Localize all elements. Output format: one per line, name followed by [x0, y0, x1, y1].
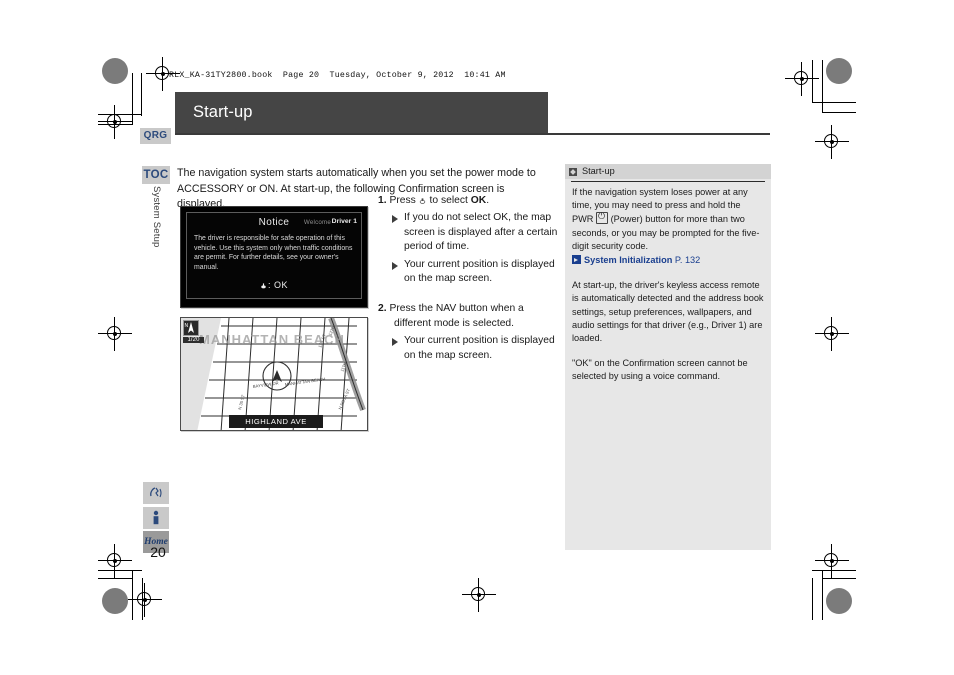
tab-qrg[interactable]: QRG	[140, 128, 171, 144]
crop-line	[822, 570, 824, 620]
page-title: Start-up	[193, 103, 253, 121]
cross-reference-label: System Initialization	[584, 255, 673, 266]
notice-driver-label: Driver 1	[331, 218, 357, 225]
info-panel-paragraph-2: At start-up, the driver's keyless access…	[572, 280, 764, 344]
step-1-bullet-1-text: If you do not select OK, the map screen …	[404, 212, 558, 253]
notice-screenshot: Notice Welcome Driver 1 The driver is re…	[180, 206, 368, 308]
page-number: 20	[150, 544, 166, 560]
crop-line	[132, 570, 134, 620]
info-panel-divider	[571, 181, 765, 183]
crop-line	[98, 578, 133, 580]
map-street-bar: HIGHLAND AVE	[229, 415, 323, 428]
color-control-patch-bottom-left	[102, 588, 128, 614]
instruction-steps: 1. Press to select OK. If you do not sel…	[378, 194, 558, 365]
crop-line	[98, 124, 133, 126]
north-arrow-icon[interactable]: N	[183, 320, 199, 336]
crop-line	[812, 570, 856, 572]
registration-mark-bottom-left	[128, 583, 162, 617]
power-button-icon	[596, 211, 608, 225]
registration-mark-left-lower	[98, 544, 132, 578]
registration-mark-top-right	[785, 62, 819, 96]
step-2-heading: 2. Press the NAV button when a different…	[378, 302, 558, 331]
info-panel-paragraph-1: If the navigation system loses power at …	[572, 186, 764, 267]
cross-reference-icon	[572, 255, 581, 265]
map-scale-control[interactable]: N 1/20	[183, 320, 205, 343]
notice-ok-row[interactable]: : OK	[187, 280, 361, 290]
info-panel-paragraph-3: "OK" on the Confirmation screen cannot b…	[572, 358, 748, 382]
registration-mark-right-mid	[815, 317, 849, 351]
crop-line	[812, 102, 856, 104]
triangle-bullet-icon	[392, 215, 398, 224]
section-label: System Setup	[151, 186, 162, 248]
title-underline	[175, 133, 770, 135]
notice-screen-inner: Notice Welcome Driver 1 The driver is re…	[186, 212, 362, 299]
crop-line	[822, 578, 856, 580]
step-2-text: Press the NAV button when a different mo…	[389, 303, 524, 329]
step-1-bullet-2-text: Your current position is displayed on th…	[404, 258, 555, 285]
triangle-bullet-icon	[392, 261, 398, 270]
note-icon	[569, 167, 577, 176]
info-panel-header-label: Start-up	[582, 166, 615, 176]
voice-command-glyph	[150, 487, 162, 498]
registration-mark-right-upper	[815, 125, 849, 159]
step-2-bullet-1-text: Your current position is displayed on th…	[404, 335, 555, 361]
page-title-bar: Start-up	[175, 92, 548, 134]
joystick-icon	[261, 283, 266, 289]
step-2-bullet-1: Your current position is displayed on th…	[378, 334, 558, 363]
step-2-number: 2.	[378, 303, 387, 315]
step-1-number: 1.	[378, 195, 387, 206]
step-1-emphasis: OK	[470, 195, 487, 206]
information-glyph	[153, 510, 159, 525]
registration-mark-right-lower	[815, 544, 849, 578]
crop-line	[822, 60, 824, 112]
step-2: 2. Press the NAV button when a different…	[378, 302, 558, 363]
cross-reference-link[interactable]: System Initialization P. 132	[572, 254, 764, 267]
step-1-heading: 1. Press to select OK.	[378, 194, 558, 208]
step-1-bullet-2: Your current position is displayed on th…	[378, 258, 558, 287]
crop-line	[812, 60, 814, 103]
info-panel-body: If the navigation system loses power at …	[572, 186, 764, 396]
crop-line	[812, 578, 814, 620]
svg-text:N: N	[185, 323, 189, 329]
crop-line	[98, 114, 142, 116]
crop-line	[822, 112, 856, 114]
notice-ok-label: : OK	[267, 280, 288, 290]
info-panel: Start-up If the navigation system loses …	[565, 164, 771, 550]
map-city-label: MANHATTAN BEACH	[199, 332, 345, 347]
info-panel-header: Start-up	[565, 164, 771, 179]
color-control-patch-top-left	[102, 58, 128, 84]
file-info-line: RLX_KA-31TY2800.book Page 20 Tuesday, Oc…	[169, 71, 506, 80]
north-arrow-glyph: N	[185, 322, 194, 333]
step-1-text-middle: to select	[429, 195, 468, 206]
crop-line	[142, 578, 144, 620]
step-1-text-before: Press	[389, 195, 416, 206]
registration-mark-left-mid	[98, 317, 132, 351]
map-screenshot: BAYVIEW DR MANHATTAN BEACH N 35 ST 1ST S…	[180, 317, 368, 431]
color-control-patch-bottom-right	[826, 588, 852, 614]
map-scale-label: 1/20	[183, 337, 204, 343]
step-1-text-after: .	[486, 195, 490, 206]
registration-mark-bottom-center	[462, 578, 496, 612]
information-icon[interactable]	[143, 507, 169, 529]
notice-welcome-label: Welcome	[303, 219, 331, 226]
joystick-icon	[419, 198, 425, 204]
color-control-patch-top-right	[826, 58, 852, 84]
voice-command-icon[interactable]	[143, 482, 169, 504]
step-1: 1. Press to select OK. If you do not sel…	[378, 194, 558, 286]
cross-reference-page: P. 132	[674, 255, 701, 266]
crop-line	[98, 570, 142, 572]
triangle-bullet-icon	[392, 338, 398, 347]
crop-line	[132, 73, 134, 125]
notice-body-text: The driver is responsible for safe opera…	[194, 235, 353, 271]
crop-line	[141, 73, 143, 116]
tab-toc[interactable]: TOC	[142, 166, 170, 184]
step-1-bullet-1: If you do not select OK, the map screen …	[378, 211, 558, 254]
registration-mark-left-upper	[98, 105, 132, 139]
